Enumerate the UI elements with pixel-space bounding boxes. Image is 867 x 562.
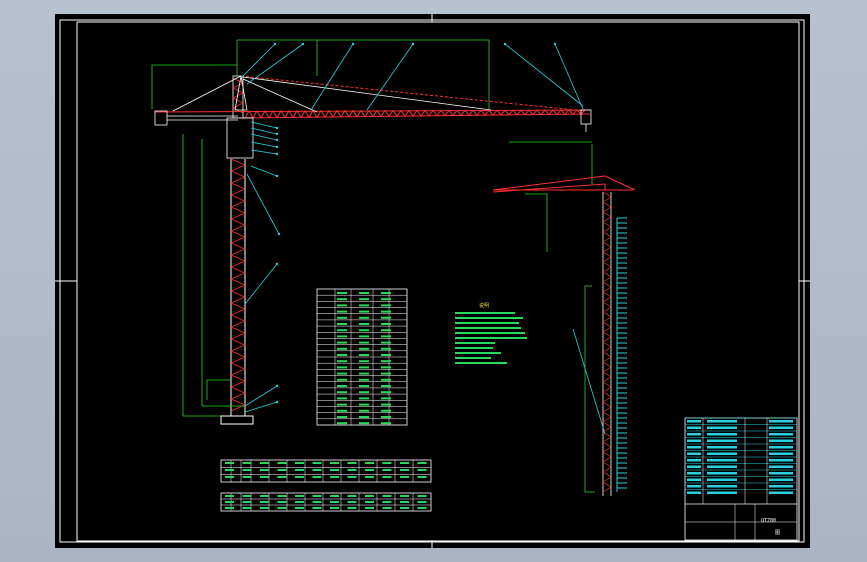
- side-view-dimensions: [525, 193, 595, 493]
- cad-drawing-canvas[interactable]: 说明 QTZ80 图: [55, 14, 810, 548]
- jib-tie-rods: [240, 75, 586, 112]
- technical-notes: 说明: [455, 302, 527, 364]
- crane-apex: [226, 75, 254, 159]
- title-block-sheet-no: 图: [775, 530, 780, 536]
- tower-mast: [229, 75, 247, 416]
- technical-parameter-tables: [220, 288, 432, 512]
- height-dimension-lines: [182, 134, 245, 417]
- counter-jib: [154, 110, 238, 126]
- side-view-mast: [602, 191, 612, 496]
- side-view-crane: [492, 175, 636, 496]
- title-block-sheet: QTZ80: [761, 518, 776, 524]
- notes-heading: 说明: [479, 302, 489, 309]
- drawing-inner-frame: [76, 21, 800, 542]
- tower-foundation: [220, 415, 254, 425]
- jib-end-trolley: [580, 109, 592, 132]
- jib-dimension-lines: [151, 39, 490, 109]
- title-block: QTZ80 图: [684, 417, 798, 541]
- cad-drawing-viewport[interactable]: 说明 QTZ80 图: [55, 14, 810, 548]
- hook-height-dimension: [509, 141, 593, 184]
- main-tower-crane: [151, 39, 593, 425]
- callout-leaders: [240, 42, 584, 413]
- counter-jib-tie-rods: [172, 75, 492, 113]
- climbing-frame-cyan: [616, 217, 627, 492]
